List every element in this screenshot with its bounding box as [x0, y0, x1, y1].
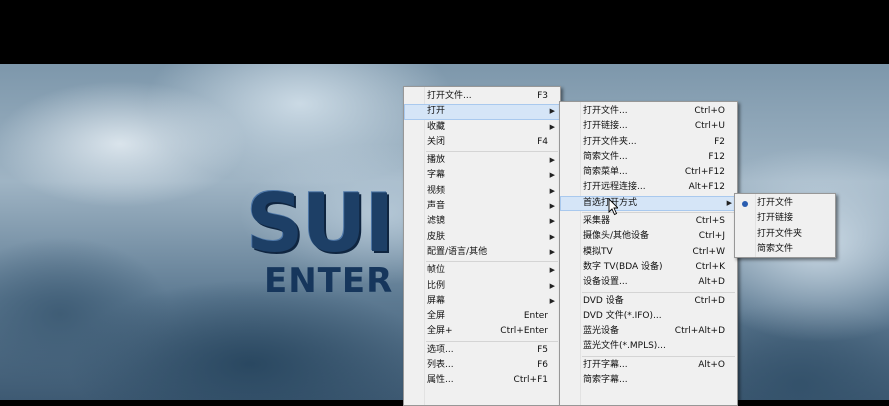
- open-menu-open-file[interactable]: 打开文件... Ctrl+O: [560, 104, 737, 119]
- context-menu-preferred: 打开文件 打开链接 打开文件夹 简索文件: [734, 193, 836, 258]
- open-menu-simple-menu[interactable]: 简索菜单... Ctrl+F12: [560, 165, 737, 180]
- top-black-bar: [0, 0, 889, 64]
- submenu-arrow-icon: ▶: [549, 171, 555, 180]
- submenu-arrow-icon: ▶: [549, 217, 555, 226]
- open-menu-bluray-file[interactable]: 蓝光文件(*.MPLS)...: [560, 339, 737, 354]
- menu-item-subtitles[interactable]: 字幕 ▶: [404, 168, 560, 183]
- logo-subtitle: ENTER: [264, 261, 394, 301]
- menu-item-playlist[interactable]: 列表... F6: [404, 358, 560, 373]
- menu-item-favorites[interactable]: 收藏 ▶: [404, 120, 560, 135]
- radio-selected-icon: [742, 201, 748, 207]
- submenu-arrow-icon: ▶: [549, 202, 555, 211]
- preferred-simple-file[interactable]: 简索文件: [735, 242, 835, 257]
- open-menu-dvd-device[interactable]: DVD 设备 Ctrl+D: [560, 294, 737, 309]
- open-menu-preferred-method[interactable]: 首选打开方式▶: [560, 195, 737, 212]
- context-menu-open: 打开文件... Ctrl+O 打开链接... Ctrl+U 打开文件夹... F2 简…: [559, 101, 738, 406]
- menu-item-video[interactable]: 视频 ▶: [404, 184, 560, 199]
- open-menu-open-folder[interactable]: 打开文件夹... F2: [560, 135, 737, 150]
- open-menu-open-url[interactable]: 打开链接... Ctrl+U: [560, 119, 737, 134]
- logo-title: SUI: [246, 177, 394, 270]
- menu-item-open-file[interactable]: 打开文件... F3: [404, 89, 560, 104]
- submenu-arrow-icon: ▶: [549, 107, 555, 116]
- menu-item-ratio[interactable]: 比例 ▶: [404, 279, 560, 294]
- submenu-arrow-icon: ▶: [549, 186, 555, 195]
- open-menu-simple-subtitle[interactable]: 简索字幕...: [560, 373, 737, 388]
- menu-item-audio[interactable]: 声音 ▶: [404, 199, 560, 214]
- submenu-arrow-icon: ▶: [549, 156, 555, 165]
- open-menu-analog-tv[interactable]: 模拟TV Ctrl+W: [560, 245, 737, 260]
- submenu-arrow-icon: ▶: [549, 266, 555, 275]
- open-menu-capture[interactable]: 采集器 Ctrl+S: [560, 214, 737, 229]
- open-menu-bluray-device[interactable]: 蓝光设备 Ctrl+Alt+D: [560, 324, 737, 339]
- open-menu-open-subtitle[interactable]: 打开字幕... Alt+O: [560, 358, 737, 373]
- submenu-arrow-icon: ▶: [549, 247, 555, 256]
- open-menu-simple-file[interactable]: 简索文件... F12: [560, 150, 737, 165]
- menu-item-fullscreen[interactable]: 全屏 Enter: [404, 309, 560, 324]
- menu-item-play[interactable]: 播放 ▶: [404, 153, 560, 168]
- menu-item-config-language[interactable]: 配置/语言/其他 ▶: [404, 245, 560, 260]
- menu-item-skins[interactable]: 皮肤 ▶: [404, 230, 560, 245]
- menu-item-close[interactable]: 关闭 F4: [404, 135, 560, 150]
- preferred-open-file[interactable]: 打开文件: [735, 196, 835, 211]
- context-menu-main: 打开文件... F3 打开 ▶ 收藏 ▶ 关闭 F4 播放 ▶ 字幕 ▶ 视频 ▶ 声音 ▶ 滤…: [403, 86, 561, 406]
- menu-item-open[interactable]: 打开 ▶: [404, 104, 560, 120]
- open-menu-dvd-file[interactable]: DVD 文件(*.IFO)...: [560, 309, 737, 324]
- preferred-open-url[interactable]: 打开链接: [735, 211, 835, 226]
- menu-item-filters[interactable]: 滤镜 ▶: [404, 214, 560, 229]
- menu-item-screen[interactable]: 屏幕 ▶: [404, 294, 560, 309]
- menu-item-options[interactable]: 选项... F5: [404, 343, 560, 358]
- preferred-open-folder[interactable]: 打开文件夹: [735, 227, 835, 242]
- open-menu-remote[interactable]: 打开远程连接... Alt+F12: [560, 180, 737, 195]
- open-menu-digital-tv[interactable]: 数字 TV(BDA 设备) Ctrl+K: [560, 260, 737, 275]
- mouse-cursor-icon: [608, 198, 618, 216]
- open-menu-camera[interactable]: 摄像头/其他设备 Ctrl+J: [560, 229, 737, 244]
- menu-item-properties[interactable]: 属性... Ctrl+F1: [404, 373, 560, 388]
- menu-item-frame[interactable]: 帧位 ▶: [404, 263, 560, 278]
- open-menu-device-settings[interactable]: 设备设置... Alt+D: [560, 275, 737, 290]
- submenu-arrow-icon: ▶: [549, 296, 555, 305]
- submenu-arrow-icon: ▶: [726, 198, 732, 207]
- submenu-arrow-icon: ▶: [549, 281, 555, 290]
- submenu-arrow-icon: ▶: [549, 232, 555, 241]
- submenu-arrow-icon: ▶: [549, 122, 555, 131]
- menu-item-fullscreen-plus[interactable]: 全屏+ Ctrl+Enter: [404, 324, 560, 339]
